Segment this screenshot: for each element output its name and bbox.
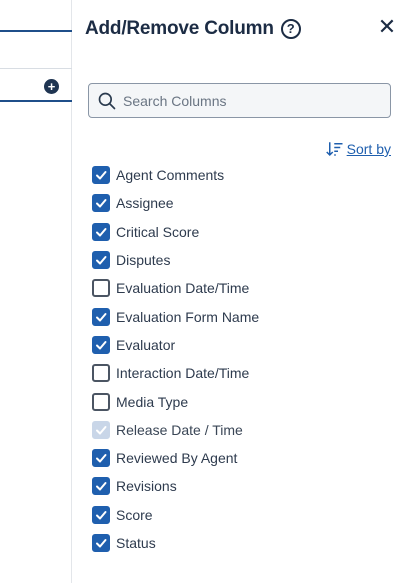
close-icon[interactable]: ✕ (376, 16, 398, 38)
add-remove-column-panel: Add/Remove Column ? ✕ Sort by Agent Comm… (72, 0, 408, 583)
list-item[interactable]: Evaluation Date/Time (92, 274, 392, 302)
unchecked-checkbox[interactable] (92, 392, 110, 411)
checked-checkbox[interactable] (92, 251, 110, 270)
checked-checkbox[interactable] (92, 505, 110, 524)
list-item[interactable]: Media Type (92, 387, 392, 415)
list-item[interactable]: Evaluation Form Name (92, 302, 392, 330)
checked-checkbox[interactable] (92, 222, 110, 241)
sort-descending-icon (325, 142, 343, 157)
search-columns-field[interactable] (88, 83, 391, 118)
list-item[interactable]: Disputes (92, 246, 392, 274)
unchecked-checkbox[interactable] (92, 364, 110, 383)
list-item: Release Date / Time (92, 416, 392, 444)
checked-checkbox[interactable] (92, 477, 110, 496)
column-label: Reviewed By Agent (116, 450, 238, 467)
column-checkbox-list: Agent Comments Assignee Critical Score D… (92, 161, 392, 557)
search-input[interactable] (123, 92, 383, 109)
sort-by-label[interactable]: Sort by (347, 141, 391, 157)
background-table-header: + (0, 68, 72, 102)
checked-checkbox[interactable] (92, 335, 110, 354)
sort-by-link[interactable]: Sort by (325, 140, 391, 158)
list-item[interactable]: Critical Score (92, 218, 392, 246)
column-label: Disputes (116, 252, 171, 269)
column-label: Interaction Date/Time (116, 365, 250, 382)
column-label: Revisions (116, 478, 177, 495)
checked-checkbox[interactable] (92, 166, 110, 185)
column-label: Status (116, 535, 156, 551)
list-item[interactable]: Revisions (92, 472, 392, 500)
background-divider (0, 30, 72, 32)
unchecked-checkbox[interactable] (92, 279, 110, 298)
checked-checkbox[interactable] (92, 307, 110, 326)
checked-checkbox[interactable] (92, 194, 110, 213)
list-item[interactable]: Score (92, 501, 392, 529)
panel-header: Add/Remove Column ? (85, 15, 301, 43)
checked-disabled-checkbox (92, 420, 110, 439)
column-label: Assignee (116, 195, 174, 212)
list-item[interactable]: Evaluator (92, 331, 392, 359)
column-label: Evaluation Date/Time (116, 280, 250, 297)
panel-title: Add/Remove Column (85, 18, 274, 39)
column-label: Evaluation Form Name (116, 308, 260, 325)
list-item[interactable]: Assignee (92, 189, 392, 217)
search-icon (98, 92, 116, 109)
add-column-icon[interactable]: + (44, 79, 59, 94)
question-circle-icon[interactable]: ? (280, 19, 301, 39)
column-label: Media Type (116, 393, 189, 410)
list-item[interactable]: Agent Comments (92, 161, 392, 189)
list-item[interactable]: Interaction Date/Time (92, 359, 392, 387)
checked-checkbox[interactable] (92, 449, 110, 468)
column-label: Score (116, 506, 153, 523)
list-item[interactable]: Reviewed By Agent (92, 444, 392, 472)
checked-checkbox[interactable] (92, 534, 110, 552)
column-label: Agent Comments (116, 167, 225, 184)
list-item[interactable]: Status (92, 529, 392, 557)
column-label: Evaluator (116, 336, 176, 353)
background-page-strip: + (0, 0, 72, 583)
column-label: Critical Score (116, 223, 200, 240)
column-label: Release Date / Time (116, 421, 243, 438)
